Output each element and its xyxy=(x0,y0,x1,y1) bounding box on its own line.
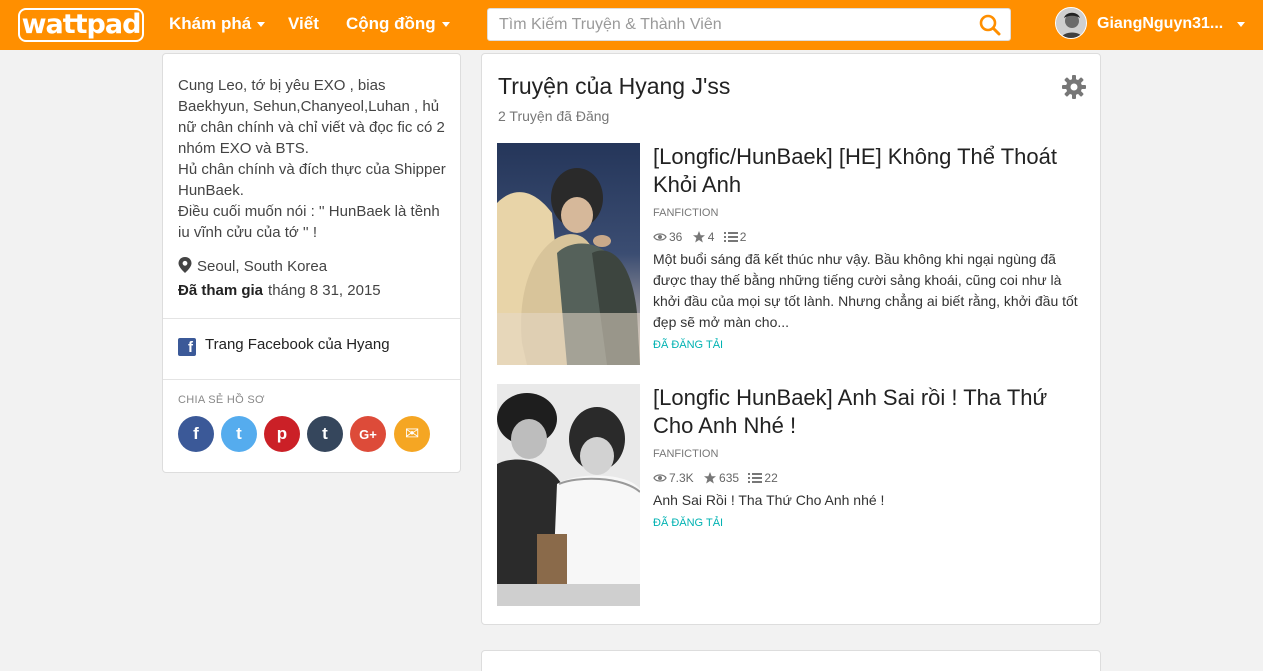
story-stats: 36 4 2 xyxy=(653,229,746,244)
chevron-down-icon xyxy=(257,22,266,28)
nav-community[interactable]: Cộng đồng xyxy=(346,0,450,50)
location-pin-icon xyxy=(178,257,192,273)
story-reads: 7.3K xyxy=(669,470,694,485)
profile-joined: Đã tham gia tháng 8 31, 2015 xyxy=(178,282,381,299)
stories-count: 2 Truyện đã Đăng xyxy=(498,108,610,124)
nav-write-label: Viết xyxy=(288,14,319,33)
eye-icon xyxy=(653,233,667,241)
nav-community-label: Cộng đồng xyxy=(346,14,436,33)
tumblr-share-button[interactable]: t xyxy=(307,416,343,452)
star-icon xyxy=(692,230,705,243)
story-cover-image xyxy=(497,143,640,365)
facebook-profile-link[interactable]: f Trang Facebook của Hyang xyxy=(178,336,390,356)
story-title[interactable]: [Longfic/HunBaek] [HE] Không Thể Thoát K… xyxy=(653,143,1085,199)
story-cover-image xyxy=(497,384,640,606)
story-title[interactable]: [Longfic HunBaek] Anh Sai rồi ! Tha Thứ … xyxy=(653,384,1085,440)
profile-location: Seoul, South Korea xyxy=(178,257,327,275)
gear-icon[interactable] xyxy=(1061,74,1087,100)
share-profile-label: CHIA SẺ HỒ SƠ xyxy=(178,394,265,406)
story-category: FANFICTION xyxy=(653,448,719,460)
story-parts: 22 xyxy=(764,470,778,485)
google-plus-share-button[interactable]: G+ xyxy=(350,416,386,452)
list-icon xyxy=(748,472,763,483)
story-description: Anh Sai Rồi ! Tha Thứ Cho Anh nhé ! xyxy=(653,492,885,508)
bio-line: Hủ chân chính và đích thực của Shipper H… xyxy=(178,161,446,199)
nav-write[interactable]: Viết xyxy=(288,0,319,50)
stories-heading: Truyện của Hyang J'ss xyxy=(498,73,731,99)
avatar xyxy=(1055,7,1087,39)
eye-icon xyxy=(653,474,667,482)
story-votes: 4 xyxy=(707,229,715,244)
profile-card: Cung Leo, tớ bị yêu EXO , bias Baekhyun,… xyxy=(162,53,461,473)
email-share-button[interactable]: ✉ xyxy=(394,416,430,452)
joined-date: tháng 8 31, 2015 xyxy=(268,282,381,299)
story-reads: 36 xyxy=(669,229,683,244)
email-icon: ✉ xyxy=(404,424,420,443)
story-cover[interactable] xyxy=(497,384,640,606)
avatar-image xyxy=(1056,8,1086,38)
story-status: ĐÃ ĐĂNG TẢI xyxy=(653,517,724,529)
story-description: Một buổi sáng đã kết thúc như vậy. Bầu k… xyxy=(653,251,1078,330)
profile-bio: Cung Leo, tớ bị yêu EXO , bias Baekhyun,… xyxy=(178,75,448,243)
list-icon xyxy=(723,231,738,242)
story-votes: 635 xyxy=(719,470,740,485)
story-parts: 2 xyxy=(739,229,747,244)
pinterest-icon: p xyxy=(276,424,288,443)
search-input[interactable] xyxy=(488,9,968,40)
search-bar xyxy=(487,8,1011,41)
nav-discover[interactable]: Khám phá xyxy=(169,0,266,50)
stories-card: Truyện của Hyang J'ss 2 Truyện đã Đăng [… xyxy=(481,53,1101,625)
divider xyxy=(163,318,460,319)
twitter-icon: t xyxy=(236,424,242,443)
bio-line: Cung Leo, tớ bị yêu EXO , bias Baekhyun,… xyxy=(178,77,445,157)
bio-line: Điều cuối muốn nói : '' HunBaek là tềnh … xyxy=(178,203,440,241)
story-item: [Longfic/HunBaek] [HE] Không Thể Thoát K… xyxy=(497,143,1087,365)
nav-discover-label: Khám phá xyxy=(169,14,252,33)
story-status: ĐÃ ĐĂNG TẢI xyxy=(653,339,724,351)
chevron-down-icon xyxy=(441,22,450,28)
username: GiangNguyn31... xyxy=(1097,15,1224,32)
wattpad-logo[interactable]: wattpad xyxy=(18,8,144,42)
twitter-share-button[interactable]: t xyxy=(221,416,257,452)
facebook-icon: f xyxy=(178,338,196,356)
tumblr-icon: t xyxy=(322,424,328,443)
google-plus-icon: G+ xyxy=(359,427,377,442)
pinterest-share-button[interactable]: p xyxy=(264,416,300,452)
location-text: Seoul, South Korea xyxy=(197,258,328,275)
story-item: [Longfic HunBaek] Anh Sai rồi ! Tha Thứ … xyxy=(497,384,1087,606)
next-section-card xyxy=(481,650,1101,671)
facebook-share-button[interactable]: f xyxy=(178,416,214,452)
story-cover[interactable] xyxy=(497,143,640,365)
star-icon xyxy=(704,471,717,484)
search-icon[interactable] xyxy=(979,14,1001,36)
story-stats: 7.3K 635 22 xyxy=(653,470,778,485)
facebook-icon: f xyxy=(193,424,199,443)
story-category: FANFICTION xyxy=(653,207,719,219)
top-navbar: wattpad Khám phá Viết Cộng đồng GiangNgu… xyxy=(0,0,1263,50)
logo-text: wattpad xyxy=(18,8,144,42)
facebook-link-label: Trang Facebook của Hyang xyxy=(205,336,390,353)
divider xyxy=(163,379,460,380)
joined-label: Đã tham gia xyxy=(178,282,264,299)
chevron-down-icon xyxy=(1237,22,1245,27)
